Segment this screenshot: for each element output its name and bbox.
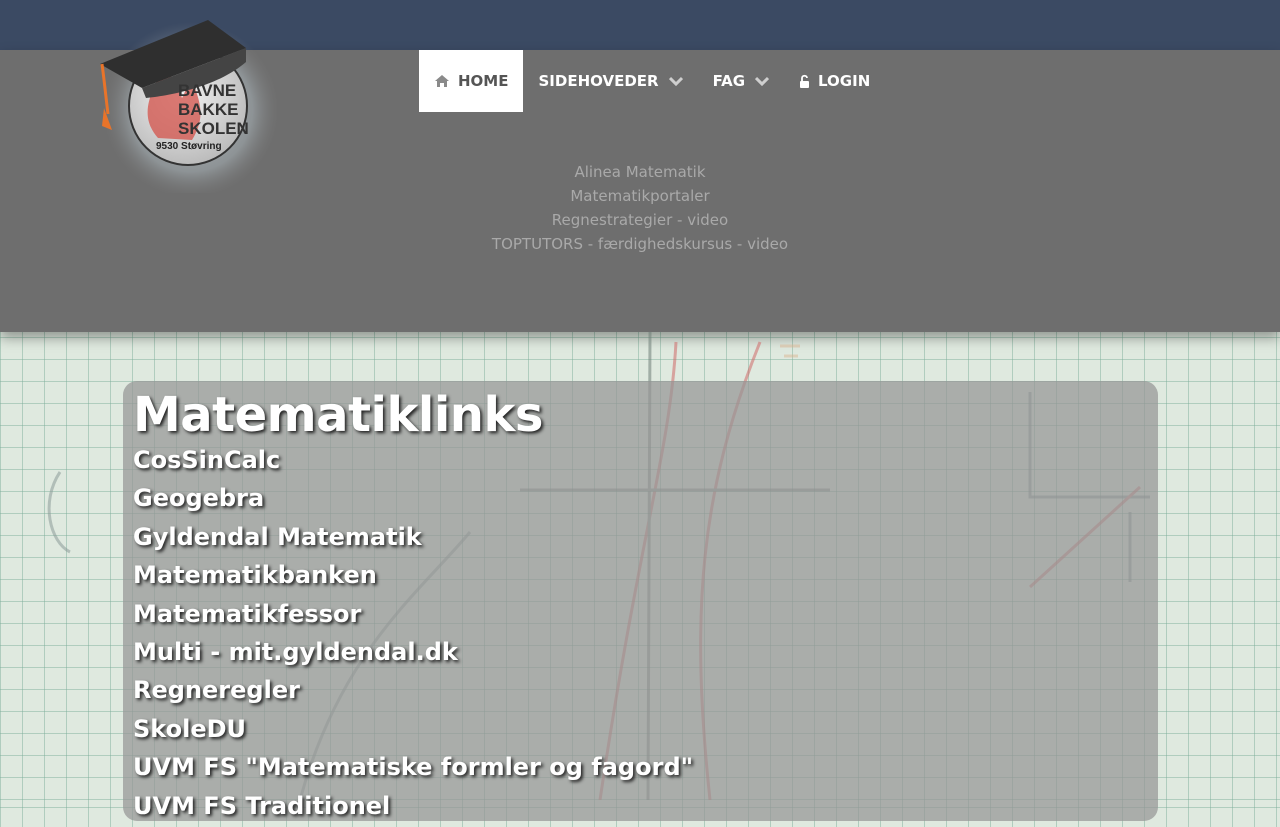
chevron-down-icon <box>755 76 770 86</box>
nav-item-login[interactable]: LOGIN <box>784 50 885 112</box>
submenu-link[interactable]: TOPTUTORS - færdighedskursus - video <box>440 232 840 256</box>
list-item: Matematikbanken <box>133 558 693 596</box>
list-item: Gyldendal Matematik <box>133 520 693 558</box>
logo-line-2: BAKKE <box>178 100 238 119</box>
page-title: Matematiklinks <box>133 387 543 443</box>
content-panel: Matematiklinks CosSinCalc Geogebra Gylde… <box>123 381 1158 821</box>
nav-item-login-label: LOGIN <box>818 72 871 90</box>
link-geogebra[interactable]: Geogebra <box>133 484 264 512</box>
link-skoledu[interactable]: SkoleDU <box>133 715 246 743</box>
nav-item-fag-label: FAG <box>712 72 746 90</box>
nav-item-sidehoveder[interactable]: SIDEHOVEDER <box>523 50 697 112</box>
link-regneregler[interactable]: Regneregler <box>133 676 300 704</box>
submenu: Alinea Matematik Matematikportaler Regne… <box>440 160 840 256</box>
chevron-down-icon <box>668 76 683 86</box>
logo-line-3: SKOLEN <box>178 119 249 138</box>
link-matematikbanken[interactable]: Matematikbanken <box>133 561 377 589</box>
list-item: Regneregler <box>133 673 693 711</box>
logo-place: 9530 Støvring <box>156 141 222 152</box>
home-icon <box>434 74 450 88</box>
list-item: Multi - mit.gyldendal.dk <box>133 635 693 673</box>
links-list: CosSinCalc Geogebra Gyldendal Matematik … <box>133 443 693 827</box>
nav-item-home[interactable]: HOME <box>419 50 524 112</box>
submenu-link[interactable]: Matematikportaler <box>440 184 840 208</box>
link-multi[interactable]: Multi - mit.gyldendal.dk <box>133 638 458 666</box>
link-uvm-formler[interactable]: UVM FS "Matematiske formler og fagord" <box>133 753 693 781</box>
link-uvm-traditionel[interactable]: UVM FS Traditionel <box>133 792 390 820</box>
link-matematikfessor[interactable]: Matematikfessor <box>133 600 361 628</box>
list-item: UVM FS Traditionel <box>133 789 693 827</box>
link-coscinsalc[interactable]: CosSinCalc <box>133 446 280 474</box>
lock-icon <box>799 74 810 89</box>
list-item: Geogebra <box>133 481 693 519</box>
main-nav: HOME SIDEHOVEDER FAG LOGIN <box>419 50 885 112</box>
nav-item-home-label: HOME <box>458 72 509 90</box>
submenu-link[interactable]: Regnestrategier - video <box>440 208 840 232</box>
logo-line-1: BAVNE <box>178 81 236 100</box>
nav-item-fag[interactable]: FAG <box>698 50 784 112</box>
list-item: SkoleDU <box>133 712 693 750</box>
list-item: UVM FS "Matematiske formler og fagord" <box>133 750 693 788</box>
list-item: CosSinCalc <box>133 443 693 481</box>
school-logo[interactable]: BAVNE BAKKE SKOLEN 9530 Støvring <box>96 18 286 193</box>
submenu-link[interactable]: Alinea Matematik <box>440 160 840 184</box>
list-item: Matematikfessor <box>133 597 693 635</box>
link-gyldendal-matematik[interactable]: Gyldendal Matematik <box>133 523 422 551</box>
nav-item-sidehoveder-label: SIDEHOVEDER <box>538 72 659 90</box>
